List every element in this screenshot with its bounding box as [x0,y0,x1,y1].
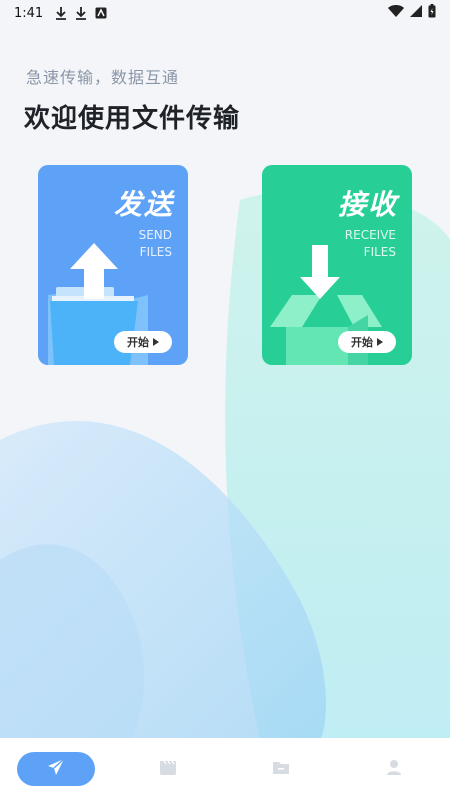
battery-icon [428,4,436,22]
tab-transfer[interactable] [16,752,95,786]
download-icon [55,6,67,20]
page-subtitle: 急速传输，数据互通 [26,68,180,87]
folder-icon [271,757,291,781]
app-notification-icon [95,7,107,19]
send-card-title: 发送 [113,188,174,221]
page-title: 欢迎使用文件传输 [24,104,241,134]
receive-files-card[interactable]: 接收 RECEIVE FILES 开始 [262,165,412,365]
receive-start-button[interactable]: 开始 [338,331,396,353]
play-arrow-icon [153,338,159,346]
receive-card-subtitle: RECEIVE FILES [345,227,396,261]
play-arrow-icon [377,338,383,346]
tab-files[interactable] [241,752,321,786]
wifi-icon [388,5,404,21]
send-card-en-line2: FILES [139,245,172,259]
receive-card-en-line2: FILES [363,245,396,259]
status-bar: 1:41 [0,0,450,26]
receive-card-en-line1: RECEIVE [344,228,396,242]
send-card-en-line1: SEND [138,228,172,242]
send-card-subtitle: SEND FILES [139,227,172,261]
receive-start-label: 开始 [351,336,373,349]
send-icon [46,757,66,781]
receive-card-title: 接收 [337,188,398,221]
tab-profile[interactable] [354,752,434,786]
bottom-tab-bar [0,738,450,800]
send-files-card[interactable]: 发送 SEND FILES 开始 [38,165,188,365]
status-time: 1:41 [14,5,44,21]
tab-media[interactable] [128,752,208,786]
signal-icon [410,5,422,21]
person-icon [384,757,404,781]
status-icons [388,4,436,22]
download-icon [75,6,87,20]
send-start-label: 开始 [127,336,149,349]
clapperboard-icon [158,757,178,781]
send-start-button[interactable]: 开始 [114,331,172,353]
